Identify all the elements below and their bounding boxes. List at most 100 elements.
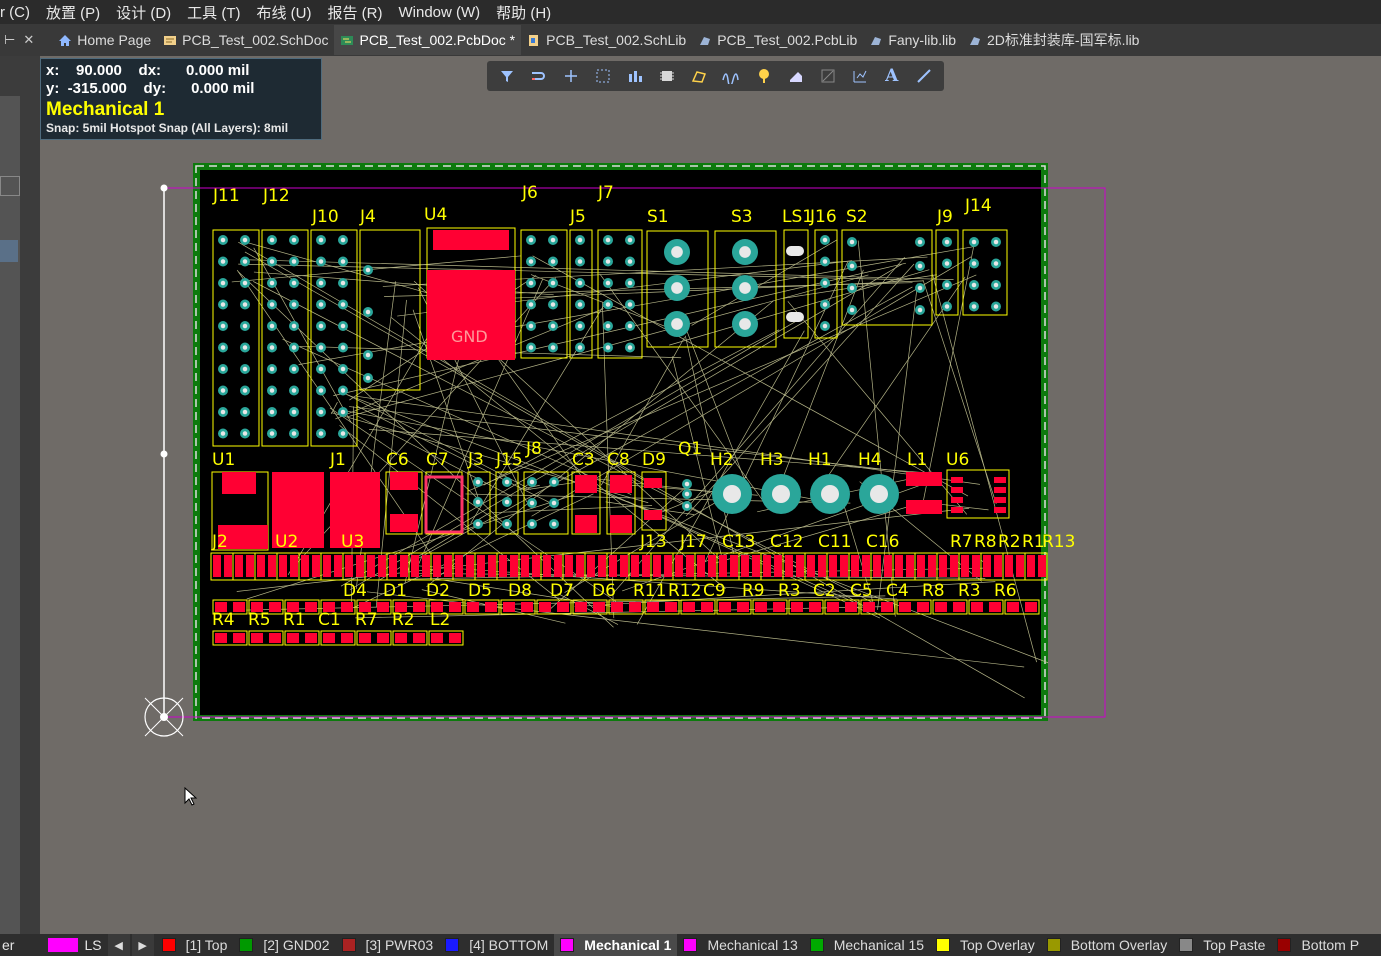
hud-x-readout: x: 90.000 dx: 0.000 mil <box>46 62 250 79</box>
designator-67: C1 <box>318 610 341 630</box>
layer-tab-label: Mechanical 13 <box>707 937 798 953</box>
layer-tab-4[interactable]: Mechanical 1 <box>554 934 678 956</box>
designator-60: C4 <box>886 581 909 601</box>
designator-18: C7 <box>426 450 449 470</box>
designator-27: H3 <box>760 450 784 470</box>
layer-tab-1[interactable]: [2] GND02 <box>233 934 335 956</box>
designator-40: C16 <box>866 532 900 552</box>
align-icon[interactable] <box>624 65 646 87</box>
layer-color-swatch <box>809 938 824 952</box>
designator-38: C12 <box>770 532 804 552</box>
designator-7: J7 <box>597 183 614 203</box>
component-icon[interactable] <box>656 65 678 87</box>
filter-icon[interactable] <box>496 65 518 87</box>
layer-tab-0[interactable]: [1] Top <box>156 934 234 956</box>
layer-tab-3[interactable]: [4] BOTTOM <box>439 934 554 956</box>
designator-34: U3 <box>341 532 364 552</box>
coordinate-heads-up-display: x: 90.000 dx: 0.000 mil y: -315.000 dy: … <box>40 58 322 140</box>
designator-37: C13 <box>722 532 756 552</box>
fill-icon[interactable] <box>785 65 807 87</box>
layer-tab-2[interactable]: [3] PWR03 <box>336 934 440 956</box>
layer-color-swatch <box>1277 938 1292 952</box>
select-rect-icon[interactable] <box>592 65 614 87</box>
designator-31: U6 <box>946 450 969 470</box>
pcb-canvas[interactable]: J11 J12 J10 J4 U4 J6 J5 J7 S1 S3 LS1J16 S2 J9 J14 U1 J1… <box>0 0 1381 956</box>
dimension-icon[interactable] <box>849 65 871 87</box>
designator-5: J6 <box>521 183 538 203</box>
wave-icon[interactable] <box>720 65 742 87</box>
designator-43: R2 <box>998 532 1021 552</box>
layer-tab-10[interactable]: Bottom P <box>1271 934 1365 956</box>
designator-51: D7 <box>550 581 574 601</box>
layer-tab-label: Top Paste <box>1203 937 1266 953</box>
route-icon[interactable] <box>528 65 550 87</box>
designator-53: R11 <box>633 581 666 601</box>
via-icon[interactable] <box>753 65 775 87</box>
designator-32: J2 <box>211 532 228 552</box>
designator-35: J13 <box>639 532 667 552</box>
designator-66: R1 <box>283 610 306 630</box>
layer-color-swatch <box>161 938 176 952</box>
layer-tab-label: Mechanical 15 <box>833 937 925 953</box>
designator-45: R13 <box>1042 532 1075 552</box>
layer-color-swatch <box>1179 938 1194 952</box>
layer-tab-8[interactable]: Bottom Overlay <box>1041 934 1173 956</box>
designator-61: R8 <box>922 581 945 601</box>
designator-22: C3 <box>572 450 595 470</box>
designator-15: U1 <box>212 450 235 470</box>
designator-14: J14 <box>964 196 992 216</box>
designator-28: H1 <box>808 450 832 470</box>
cross-icon[interactable] <box>560 65 582 87</box>
designator-12: S2 <box>846 207 868 227</box>
designator-52: D6 <box>592 581 616 601</box>
designator-30: L1 <box>907 450 927 470</box>
designator-33: U2 <box>275 532 298 552</box>
designator-4: U4 <box>424 205 447 225</box>
layer-next-icon[interactable]: ▶ <box>131 934 154 956</box>
designator-8: S1 <box>647 207 669 227</box>
line-icon[interactable] <box>913 65 935 87</box>
layer-color-swatch <box>560 938 575 952</box>
designator-46: D4 <box>343 581 367 601</box>
designator-59: C5 <box>850 581 873 601</box>
designator-55: C9 <box>703 581 726 601</box>
designator-68: R7 <box>355 610 378 630</box>
designator-57: R3 <box>778 581 801 601</box>
designator-48: D2 <box>426 581 450 601</box>
layer-tab-label: Bottom Overlay <box>1070 937 1168 953</box>
designator-23: C8 <box>607 450 630 470</box>
designator-11: J16 <box>809 207 837 227</box>
designator-63: R6 <box>994 581 1017 601</box>
layer-tab-label: Bottom P <box>1301 937 1360 953</box>
ls-swatch[interactable] <box>48 938 79 952</box>
designator-2: J10 <box>311 207 339 227</box>
text-icon[interactable]: A <box>881 65 903 87</box>
designator-64: R4 <box>212 610 235 630</box>
layer-color-swatch <box>341 938 356 952</box>
u4-gnd-label: GND <box>451 327 488 346</box>
designator-6: J5 <box>569 207 586 227</box>
layer-color-swatch <box>1046 938 1061 952</box>
designator-42: R8 <box>974 532 997 552</box>
designator-54: R12 <box>668 581 701 601</box>
layer-color-swatch <box>936 938 951 952</box>
layer-tab-7[interactable]: Top Overlay <box>930 934 1041 956</box>
designator-26: H2 <box>710 450 734 470</box>
layer-tab-6[interactable]: Mechanical 15 <box>804 934 930 956</box>
designator-0: J11 <box>212 186 240 206</box>
layer-prev-icon[interactable]: ◀ <box>107 934 130 956</box>
designator-49: D5 <box>468 581 492 601</box>
layer-tab-5[interactable]: Mechanical 13 <box>677 934 803 956</box>
designator-20: J15 <box>495 450 523 470</box>
polygon-icon[interactable] <box>688 65 710 87</box>
designator-9: S3 <box>731 207 753 227</box>
layer-tab-label: Mechanical 1 <box>584 937 672 953</box>
designator-10: LS1 <box>782 207 813 227</box>
designator-62: R3 <box>958 581 981 601</box>
layer-color-swatch <box>683 938 698 952</box>
designator-21: J8 <box>525 439 542 459</box>
layer-tab-label: [2] GND02 <box>263 937 330 953</box>
layer-tab-9[interactable]: Top Paste <box>1173 934 1271 956</box>
ls-button[interactable]: LS <box>84 937 101 953</box>
region-icon[interactable] <box>817 65 839 87</box>
